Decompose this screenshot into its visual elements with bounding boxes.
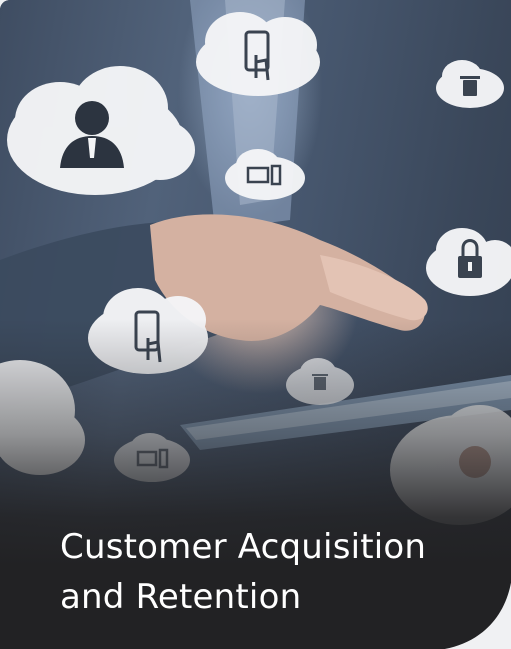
card-title: Customer Acquisition and Retention [60, 522, 460, 622]
card-title-line-2: and Retention [60, 577, 302, 617]
phone-touch-cloud-icon [196, 12, 320, 96]
card-title-line-1: Customer Acquisition [60, 527, 427, 567]
service-card[interactable]: Customer Acquisition and Retention [0, 0, 511, 649]
